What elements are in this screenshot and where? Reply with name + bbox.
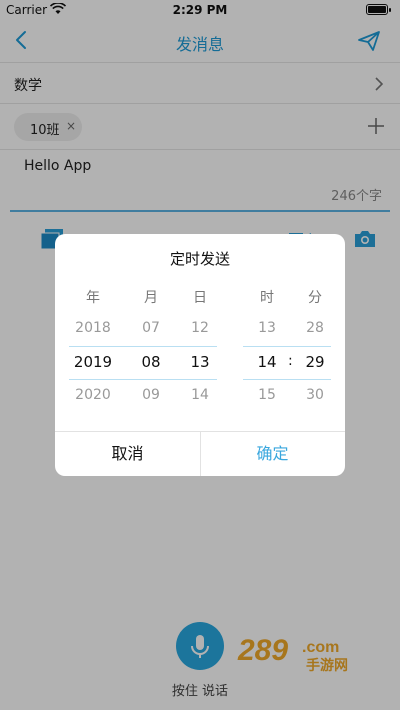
minute-selected: 29 xyxy=(305,353,325,371)
month-header: 月 xyxy=(144,290,158,306)
year-prev: 2018 xyxy=(75,320,111,336)
month-column[interactable]: 月 07 08 09 xyxy=(131,287,171,407)
cancel-button[interactable]: 取消 xyxy=(55,431,200,476)
day-prev: 12 xyxy=(191,320,209,336)
year-next: 2020 xyxy=(75,387,111,403)
minute-column[interactable]: 分 28 29 30 xyxy=(295,287,335,407)
schedule-picker-dialog: 定时发送 年 2018 2019 2020 月 07 08 09 日 12 13… xyxy=(55,234,345,476)
day-column[interactable]: 日 12 13 14 xyxy=(180,287,220,407)
hour-next: 15 xyxy=(258,387,276,403)
month-selected: 08 xyxy=(141,353,161,371)
minute-prev: 28 xyxy=(306,320,324,336)
year-selected: 2019 xyxy=(73,353,113,371)
minute-next: 30 xyxy=(306,387,324,403)
month-prev: 07 xyxy=(142,320,160,336)
year-header: 年 xyxy=(86,290,100,306)
hour-selected: 14 xyxy=(257,353,277,371)
minute-header: 分 xyxy=(308,290,322,306)
hour-header: 时 xyxy=(260,290,274,306)
date-selection-bottom-line xyxy=(69,379,217,380)
time-colon: : xyxy=(288,353,293,369)
hour-prev: 13 xyxy=(258,320,276,336)
day-selected: 13 xyxy=(190,353,210,371)
day-next: 14 xyxy=(191,387,209,403)
month-next: 09 xyxy=(142,387,160,403)
day-header: 日 xyxy=(193,290,207,306)
dialog-title: 定时发送 xyxy=(169,250,230,268)
date-selection-top-line xyxy=(69,346,217,347)
year-column[interactable]: 年 2018 2019 2020 xyxy=(73,287,113,407)
time-selection-bottom-line xyxy=(243,379,331,380)
confirm-button[interactable]: 确定 xyxy=(200,431,345,476)
time-selection-top-line xyxy=(243,346,331,347)
hour-column[interactable]: 时 13 14 15 xyxy=(247,287,287,407)
